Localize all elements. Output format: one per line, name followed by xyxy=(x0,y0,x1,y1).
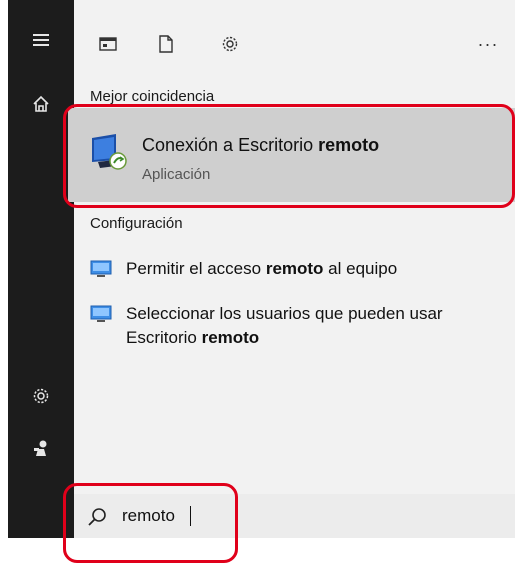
best-match-title: Conexión a Escritorio remoto xyxy=(142,135,380,155)
settings-filter-button[interactable] xyxy=(212,26,248,62)
settings-icon xyxy=(222,36,238,52)
home-button[interactable] xyxy=(8,84,74,124)
search-box[interactable] xyxy=(74,494,515,538)
best-match-heading: Mejor coincidencia xyxy=(90,88,215,105)
filter-toolbar: ··· xyxy=(74,0,515,84)
apps-icon xyxy=(99,37,117,51)
text-cursor xyxy=(190,506,191,526)
best-match-result[interactable]: Conexión a Escritorio remoto Aplicación xyxy=(68,108,515,202)
start-menu-rail xyxy=(8,0,74,538)
home-icon xyxy=(33,95,49,112)
remote-desktop-icon xyxy=(92,134,127,170)
user-icon xyxy=(34,440,47,456)
documents-icon xyxy=(159,35,173,53)
search-input[interactable] xyxy=(122,504,422,528)
hamburger-menu-button[interactable] xyxy=(8,20,74,60)
monitor-settings-icon xyxy=(90,305,112,322)
search-icon xyxy=(88,508,106,526)
documents-filter-button[interactable] xyxy=(148,26,184,62)
settings-result-item[interactable]: Seleccionar los usuarios que pueden usar… xyxy=(90,302,510,352)
best-match-subtitle: Aplicación xyxy=(142,166,211,183)
search-results-panel: ··· Mejor coincidencia Conexión a Escrit… xyxy=(68,0,515,538)
more-options-button[interactable]: ··· xyxy=(470,26,506,62)
settings-icon xyxy=(33,388,49,404)
apps-filter-button[interactable] xyxy=(90,26,126,62)
hamburger-menu-icon xyxy=(33,34,49,46)
user-button[interactable] xyxy=(8,428,74,468)
monitor-settings-icon xyxy=(90,260,112,277)
settings-button[interactable] xyxy=(8,376,74,416)
settings-result-label: Seleccionar los usuarios que pueden usar… xyxy=(126,304,443,347)
settings-result-label: Permitir el acceso remoto al equipo xyxy=(126,259,398,278)
settings-heading: Configuración xyxy=(90,215,183,232)
settings-result-item[interactable]: Permitir el acceso remoto al equipo xyxy=(90,257,510,281)
